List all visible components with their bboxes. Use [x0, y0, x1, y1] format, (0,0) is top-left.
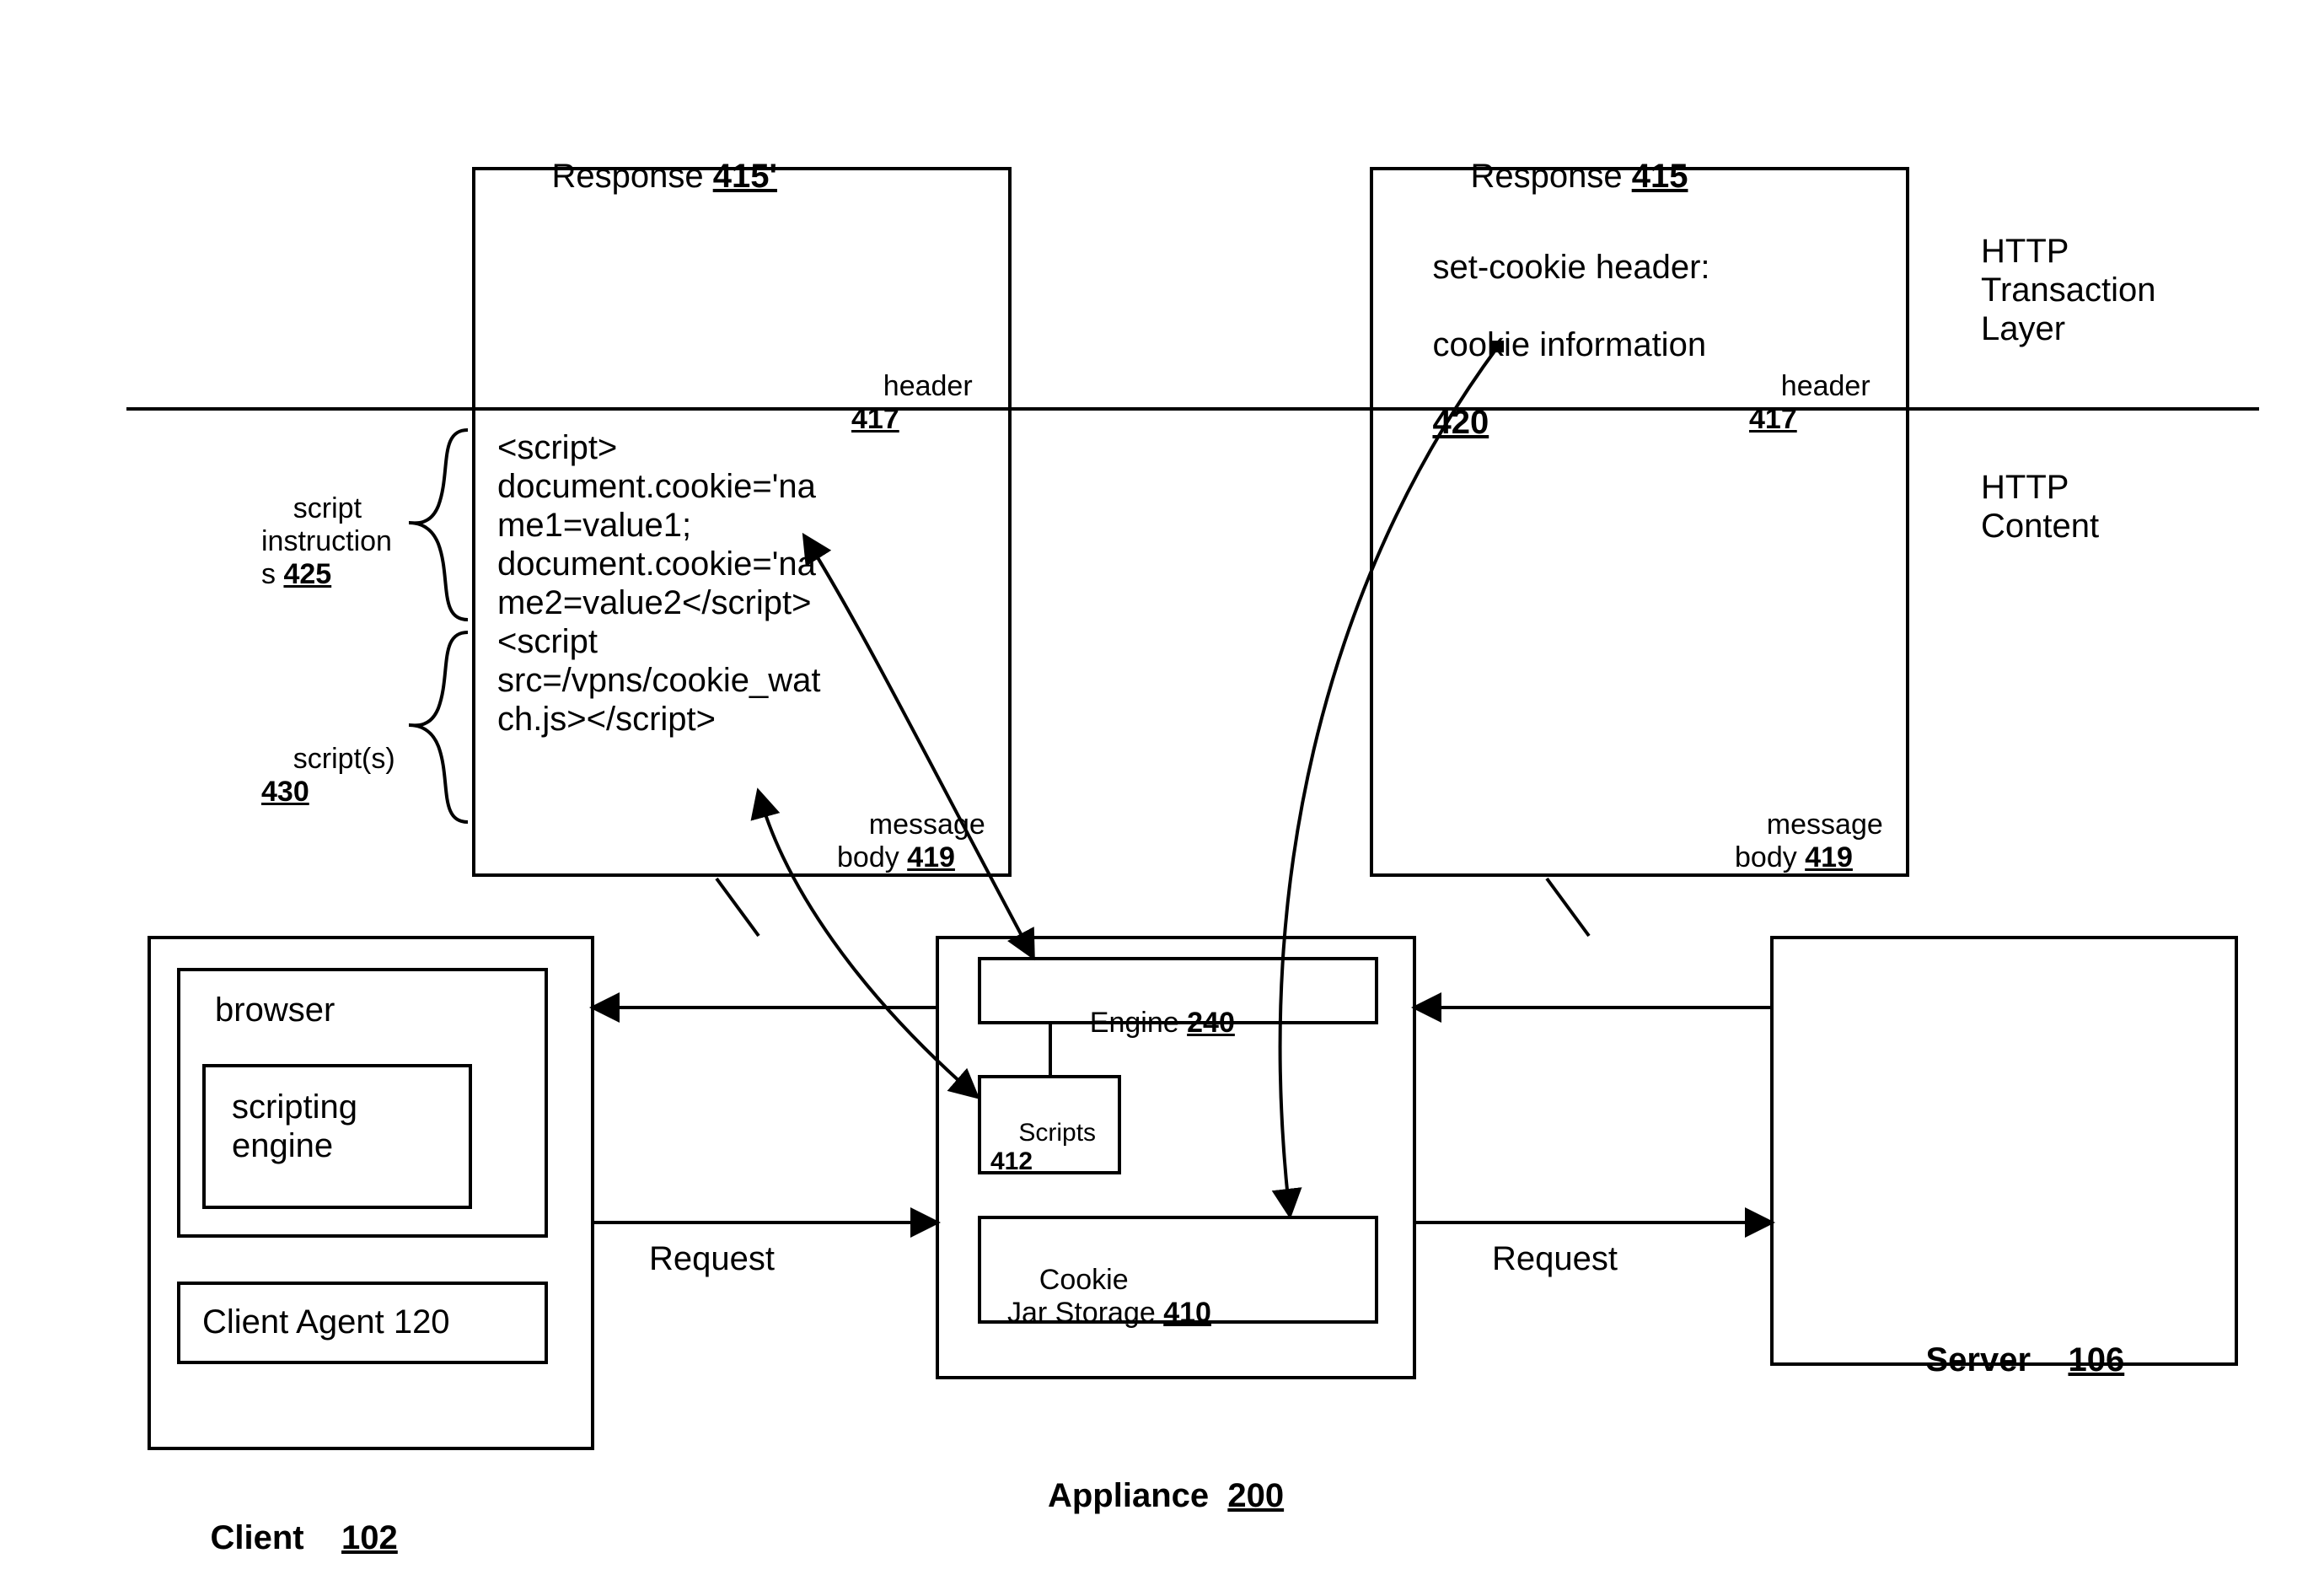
scripts-word: script(s)	[293, 743, 395, 775]
msg-body-num-left: 419	[907, 841, 955, 873]
http-content-label: HTTP Content	[1981, 468, 2099, 545]
response-prime-word: Response	[551, 158, 703, 195]
message-body-right: message body 419	[1735, 776, 1883, 907]
header-word-left: header	[883, 370, 973, 402]
scripts-box-word: Scripts	[1018, 1119, 1096, 1147]
scripts-box-num: 412	[990, 1147, 1033, 1175]
request-right-label: Request	[1492, 1239, 1618, 1278]
appliance-word: Appliance	[1048, 1477, 1209, 1514]
set-cookie-line1: set-cookie header:	[1432, 249, 1709, 286]
engine-num: 240	[1187, 1007, 1235, 1039]
client-label: Client 102	[173, 1480, 398, 1596]
server-label: Server 106	[1888, 1302, 2124, 1418]
engine-word: Engine	[1090, 1007, 1179, 1039]
set-cookie-line2: cookie information	[1432, 326, 1706, 363]
cookie-jar-word: Cookie Jar Storage	[1007, 1264, 1156, 1329]
scripting-engine-label: scripting engine	[232, 1088, 357, 1165]
response-word: Response	[1470, 158, 1622, 195]
client-num: 102	[341, 1519, 398, 1556]
cookie-jar-label: Cookie Jar Storage 410	[1007, 1231, 1211, 1362]
set-cookie-num: 420	[1432, 404, 1489, 441]
request-left-label: Request	[649, 1239, 775, 1278]
response-prime-num: 415'	[713, 158, 777, 195]
header-label-right: header417	[1749, 337, 1870, 469]
set-cookie-block: set-cookie header: cookie information 42…	[1395, 209, 1710, 481]
header-num-right: 417	[1749, 403, 1797, 435]
scripts-label: script(s)430	[261, 710, 395, 841]
appliance-label: Appliance 200	[1012, 1437, 1284, 1554]
msg-body-num-right: 419	[1805, 841, 1853, 873]
engine-to-scripts-line	[1049, 1024, 1052, 1075]
server-num: 106	[2068, 1341, 2124, 1378]
script-instructions-label: script instruction s 425	[261, 459, 392, 624]
response-prime-title: Response 415'	[514, 118, 777, 234]
http-transaction-layer-label: HTTP Transaction Layer	[1981, 232, 2156, 348]
response-num: 415	[1632, 158, 1688, 195]
engine-label: Engine 240	[1058, 974, 1235, 1072]
cookie-jar-num: 410	[1163, 1297, 1211, 1329]
script-block: <script> document.cookie='na me1=value1;…	[497, 428, 821, 739]
server-word: Server	[1925, 1341, 2031, 1378]
message-body-left: message body 419	[837, 776, 985, 907]
scripts-num: 430	[261, 776, 309, 808]
client-word: Client	[210, 1519, 303, 1556]
script-instructions-num: 425	[283, 558, 331, 590]
header-label-left: header417	[851, 337, 973, 469]
header-word-right: header	[1781, 370, 1870, 402]
header-num-left: 417	[851, 403, 899, 435]
client-agent-label: Client Agent 120	[202, 1303, 450, 1341]
scripts-box-label: Scripts412	[990, 1089, 1096, 1206]
appliance-num: 200	[1227, 1477, 1284, 1514]
layer-divider	[126, 407, 2259, 411]
browser-label: browser	[215, 991, 335, 1029]
